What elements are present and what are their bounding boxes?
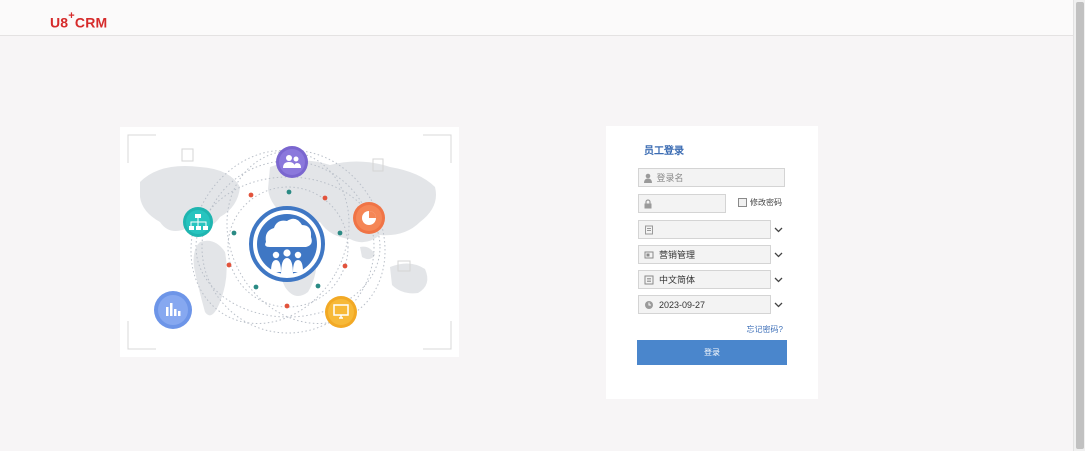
panel-title: 员工登录 xyxy=(644,146,684,157)
login-panel: 员工登录 修改密码 营销管理 xyxy=(606,126,818,399)
vertical-scrollbar[interactable] xyxy=(1073,0,1085,451)
language-select[interactable]: 中文简体 xyxy=(638,270,782,289)
chevron-down-icon[interactable] xyxy=(772,274,784,286)
users-icon xyxy=(276,146,308,178)
ufida-crm-logo: U8+CRM xyxy=(50,10,108,31)
user-icon xyxy=(642,173,654,183)
database-icon xyxy=(642,225,656,235)
module-icon xyxy=(642,250,656,260)
lock-icon xyxy=(642,198,654,209)
chevron-down-icon[interactable] xyxy=(772,299,784,311)
bar-chart-icon xyxy=(154,291,192,329)
account-select[interactable] xyxy=(638,220,782,239)
module-value: 营销管理 xyxy=(659,250,696,260)
pie-chart-icon xyxy=(353,202,385,234)
login-button[interactable]: 登录 xyxy=(637,340,787,365)
network-illustration xyxy=(120,127,459,357)
chevron-down-icon[interactable] xyxy=(772,224,784,236)
password-field[interactable] xyxy=(638,194,726,213)
language-value: 中文简体 xyxy=(659,275,696,285)
username-field[interactable] xyxy=(638,168,785,187)
forgot-password-link[interactable]: 忘记密码? xyxy=(747,324,783,335)
org-chart-icon xyxy=(183,207,213,237)
module-select[interactable]: 营销管理 xyxy=(638,245,782,264)
change-password-option[interactable]: 修改密码 xyxy=(738,197,782,208)
change-password-checkbox[interactable] xyxy=(738,198,747,207)
clock-icon xyxy=(642,300,656,310)
scrollbar-thumb[interactable] xyxy=(1076,2,1084,449)
monitor-icon xyxy=(325,296,357,328)
top-header: U8+CRM xyxy=(0,0,1073,36)
username-input[interactable] xyxy=(654,169,784,186)
cloud-people-icon xyxy=(249,206,325,282)
date-value: 2023-09-27 xyxy=(659,299,706,310)
language-icon xyxy=(642,275,656,285)
chevron-down-icon[interactable] xyxy=(772,249,784,261)
change-password-label: 修改密码 xyxy=(750,198,782,207)
date-select[interactable]: 2023-09-27 xyxy=(638,295,782,314)
password-input[interactable] xyxy=(653,195,725,212)
